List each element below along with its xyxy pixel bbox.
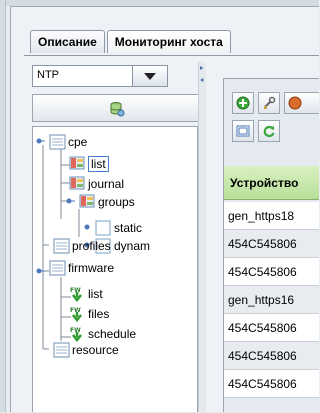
list-doc-icon (49, 134, 66, 150)
tree-item-label: groups (98, 195, 135, 209)
tree-item-label: files (88, 307, 110, 321)
list-doc-icon (49, 260, 66, 276)
tree-item-label: journal (88, 177, 125, 191)
delete-button[interactable] (284, 92, 319, 114)
settings-tool-button[interactable] (258, 92, 280, 114)
add-button[interactable] (232, 92, 254, 114)
firmware-icon: FW (70, 287, 82, 302)
database-icon (110, 102, 125, 117)
tab-underline (24, 55, 319, 56)
ntp-select-value: NTP (37, 69, 59, 81)
table-icon (79, 194, 95, 208)
add-icon (236, 96, 250, 110)
firmware-icon: FW (70, 307, 82, 322)
column-header-device[interactable]: Устройство (224, 166, 319, 200)
list-doc-icon (53, 342, 70, 358)
frame-icon (236, 125, 250, 137)
list-doc-icon (53, 238, 70, 254)
tree-item-label: cpe (68, 135, 88, 149)
tab-host-monitoring[interactable]: Мониторинг хоста (106, 30, 231, 53)
tree-item-label: resource (72, 343, 119, 357)
tree-item-label: firmware (68, 261, 115, 275)
table-row[interactable]: gen_https18 (224, 202, 319, 230)
tab-description[interactable]: Описание (30, 30, 105, 53)
table-icon (69, 156, 85, 170)
tree-item-label: static (114, 221, 143, 235)
table-row[interactable]: 454C545806 (224, 370, 319, 398)
table-row[interactable]: 454C545806 (224, 314, 319, 342)
ntp-select[interactable]: NTP (32, 65, 168, 87)
refresh-button[interactable] (258, 120, 280, 142)
tab-bar: Описание Мониторинг хоста (30, 30, 233, 54)
fw-badge-text: FW (70, 327, 81, 334)
tree-item-label: profiles (72, 239, 111, 253)
firmware-icon: FW (70, 327, 82, 342)
fw-badge-text: FW (70, 287, 81, 294)
dropdown-button[interactable] (132, 66, 167, 86)
tree-item-label: dynam (114, 239, 151, 253)
view-button[interactable] (232, 120, 254, 142)
window-frame-left (0, 0, 6, 412)
database-button[interactable] (32, 94, 200, 122)
tree-item-label: list (88, 156, 109, 172)
refresh-icon (263, 125, 275, 138)
table-row[interactable]: 454C545806 (224, 258, 319, 286)
table-icon (69, 176, 85, 190)
fw-badge-text: FW (70, 307, 81, 314)
wrench-icon (264, 96, 276, 109)
chevron-down-icon (144, 73, 156, 80)
navigation-tree: cpe list journal groups static dynam pro… (32, 126, 198, 412)
remove-icon (288, 96, 302, 110)
tree-item-label: list (88, 287, 103, 301)
table-row[interactable]: gen_https16 (224, 286, 319, 314)
table-row[interactable]: 454C545806 (224, 230, 319, 258)
table-row[interactable]: 454C545806 (224, 342, 319, 370)
splitter-arrow-icon (200, 78, 204, 82)
splitter-arrow-icon (200, 66, 204, 70)
panel-splitter[interactable] (198, 62, 206, 412)
checkbox-icon (95, 220, 111, 236)
